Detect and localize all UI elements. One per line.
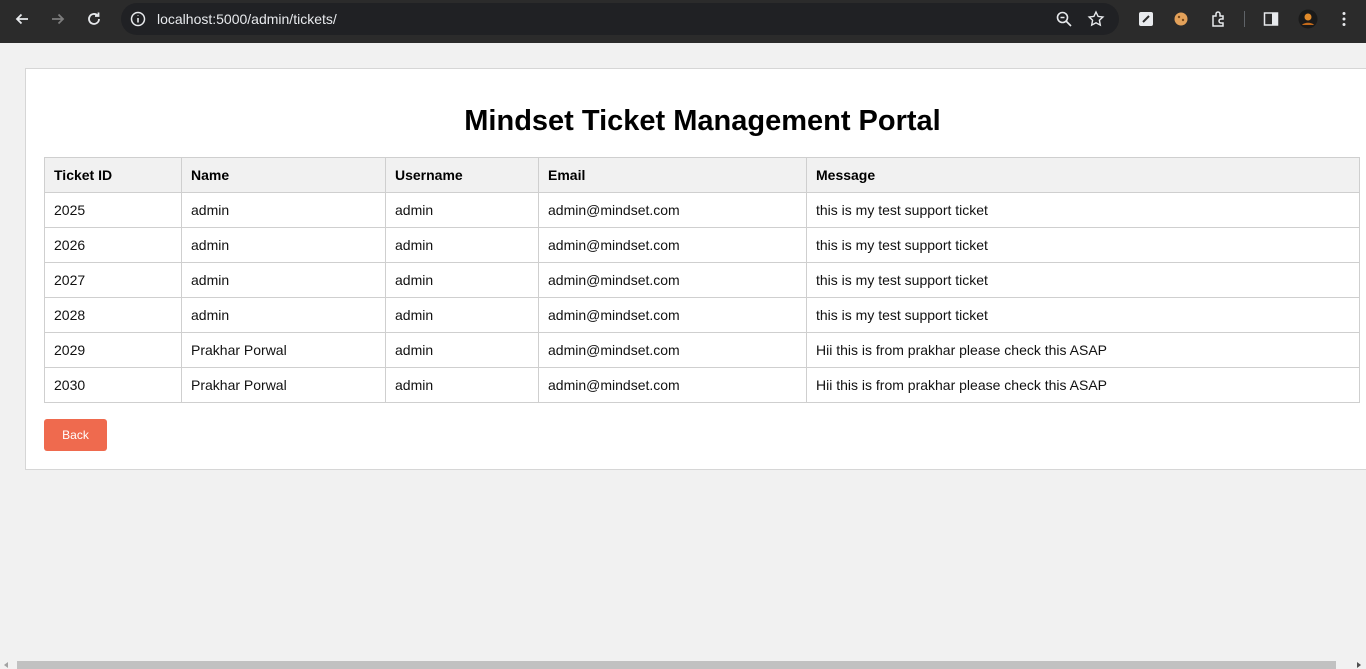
forward-arrow-icon[interactable] [46, 7, 70, 31]
cell-ticket-id: 2028 [44, 297, 182, 333]
cell-name: Prakhar Porwal [181, 367, 386, 403]
cell-username: admin [385, 262, 539, 298]
header-name: Name [181, 157, 386, 193]
cell-message: Hii this is from prakhar please check th… [806, 367, 1360, 403]
table-row: 2028 admin admin admin@mindset.com this … [44, 297, 1360, 333]
cell-name: admin [181, 262, 386, 298]
header-message: Message [806, 157, 1360, 193]
cell-ticket-id: 2026 [44, 227, 182, 263]
cell-email: admin@mindset.com [538, 227, 807, 263]
cell-ticket-id: 2030 [44, 367, 182, 403]
page-content: Mindset Ticket Management Portal Ticket … [0, 43, 1366, 669]
reload-icon[interactable] [82, 7, 106, 31]
scrollbar-thumb[interactable] [17, 661, 1336, 669]
cell-username: admin [385, 192, 539, 228]
table-row: 2025 admin admin admin@mindset.com this … [44, 192, 1360, 228]
scroll-left-arrow-icon[interactable] [4, 662, 8, 668]
tickets-table: Ticket ID Name Username Email Message 20… [44, 157, 1360, 403]
toolbar-separator [1244, 11, 1245, 27]
header-ticket-id: Ticket ID [44, 157, 182, 193]
cell-username: admin [385, 297, 539, 333]
bookmark-star-icon[interactable] [1087, 10, 1105, 28]
cell-ticket-id: 2025 [44, 192, 182, 228]
address-bar[interactable]: localhost:5000/admin/tickets/ [121, 3, 1119, 35]
cell-message: Hii this is from prakhar please check th… [806, 332, 1360, 368]
cell-email: admin@mindset.com [538, 262, 807, 298]
scroll-right-arrow-icon[interactable] [1357, 662, 1361, 668]
profile-avatar[interactable] [1298, 9, 1318, 29]
cell-name: admin [181, 227, 386, 263]
puzzle-extensions-icon[interactable] [1209, 10, 1227, 28]
cell-message: this is my test support ticket [806, 262, 1360, 298]
cell-email: admin@mindset.com [538, 367, 807, 403]
site-info-icon[interactable] [129, 10, 147, 28]
header-email: Email [538, 157, 807, 193]
url-text[interactable]: localhost:5000/admin/tickets/ [157, 11, 337, 27]
cell-email: admin@mindset.com [538, 192, 807, 228]
tickets-card: Mindset Ticket Management Portal Ticket … [25, 68, 1366, 470]
cookie-extension-icon[interactable] [1172, 10, 1190, 28]
back-button[interactable]: Back [44, 419, 107, 451]
page-title: Mindset Ticket Management Portal [464, 105, 941, 137]
horizontal-scrollbar[interactable] [0, 659, 1366, 669]
cell-message: this is my test support ticket [806, 192, 1360, 228]
cell-ticket-id: 2027 [44, 262, 182, 298]
cell-message: this is my test support ticket [806, 297, 1360, 333]
browser-toolbar: localhost:5000/admin/tickets/ [0, 0, 1366, 43]
back-arrow-icon[interactable] [10, 7, 34, 31]
cell-email: admin@mindset.com [538, 297, 807, 333]
extension-icon[interactable] [1137, 10, 1155, 28]
table-header-row: Ticket ID Name Username Email Message [44, 157, 1360, 193]
cell-username: admin [385, 227, 539, 263]
cell-message: this is my test support ticket [806, 227, 1360, 263]
cell-name: admin [181, 297, 386, 333]
zoom-icon[interactable] [1055, 10, 1073, 28]
table-row: 2030 Prakhar Porwal admin admin@mindset.… [44, 367, 1360, 403]
cell-username: admin [385, 332, 539, 368]
side-panel-icon[interactable] [1262, 10, 1280, 28]
table-row: 2029 Prakhar Porwal admin admin@mindset.… [44, 332, 1360, 368]
cell-email: admin@mindset.com [538, 332, 807, 368]
table-row: 2027 admin admin admin@mindset.com this … [44, 262, 1360, 298]
table-row: 2026 admin admin admin@mindset.com this … [44, 227, 1360, 263]
menu-dots-icon[interactable] [1335, 10, 1353, 28]
cell-ticket-id: 2029 [44, 332, 182, 368]
cell-username: admin [385, 367, 539, 403]
cell-name: Prakhar Porwal [181, 332, 386, 368]
header-username: Username [385, 157, 539, 193]
cell-name: admin [181, 192, 386, 228]
